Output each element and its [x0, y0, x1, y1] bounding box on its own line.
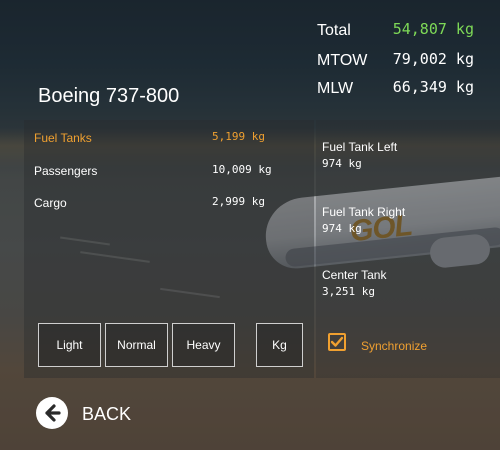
fuel-tanks-value: 5,199 kg — [212, 130, 265, 143]
normal-button[interactable]: Normal — [105, 323, 168, 367]
passengers-label[interactable]: Passengers — [34, 164, 97, 178]
mtow-value: 79,002 kg — [392, 50, 474, 68]
fuel-tank-left-value: 974 kg — [322, 157, 362, 170]
fuel-tank-right-value: 974 kg — [322, 222, 362, 235]
fuel-tanks-label[interactable]: Fuel Tanks — [34, 131, 92, 145]
heavy-button[interactable]: Heavy — [172, 323, 235, 367]
total-label: Total — [317, 22, 351, 39]
synchronize-label[interactable]: Synchronize — [361, 339, 427, 353]
fuel-tank-left-label: Fuel Tank Left — [322, 140, 398, 154]
fuel-tank-right-label: Fuel Tank Right — [322, 205, 406, 219]
cargo-label[interactable]: Cargo — [34, 196, 67, 210]
light-button[interactable]: Light — [38, 323, 101, 367]
checkmark-icon — [330, 336, 344, 347]
total-value: 54,807 kg — [392, 20, 474, 38]
cargo-value: 2,999 kg — [212, 195, 265, 208]
center-tank-label: Center Tank — [322, 268, 387, 282]
mlw-value: 66,349 kg — [392, 78, 474, 96]
page-title: Boeing 737-800 — [38, 85, 180, 107]
synchronize-checkbox[interactable] — [328, 333, 346, 351]
passengers-value: 10,009 kg — [212, 163, 272, 176]
unit-toggle-button[interactable]: Kg — [256, 323, 303, 367]
center-tank-value: 3,251 kg — [322, 285, 375, 298]
back-arrow-icon[interactable] — [36, 397, 68, 429]
back-button-label[interactable]: BACK — [82, 404, 131, 425]
mtow-label: MTOW — [317, 52, 368, 69]
mlw-label: MLW — [317, 80, 354, 97]
